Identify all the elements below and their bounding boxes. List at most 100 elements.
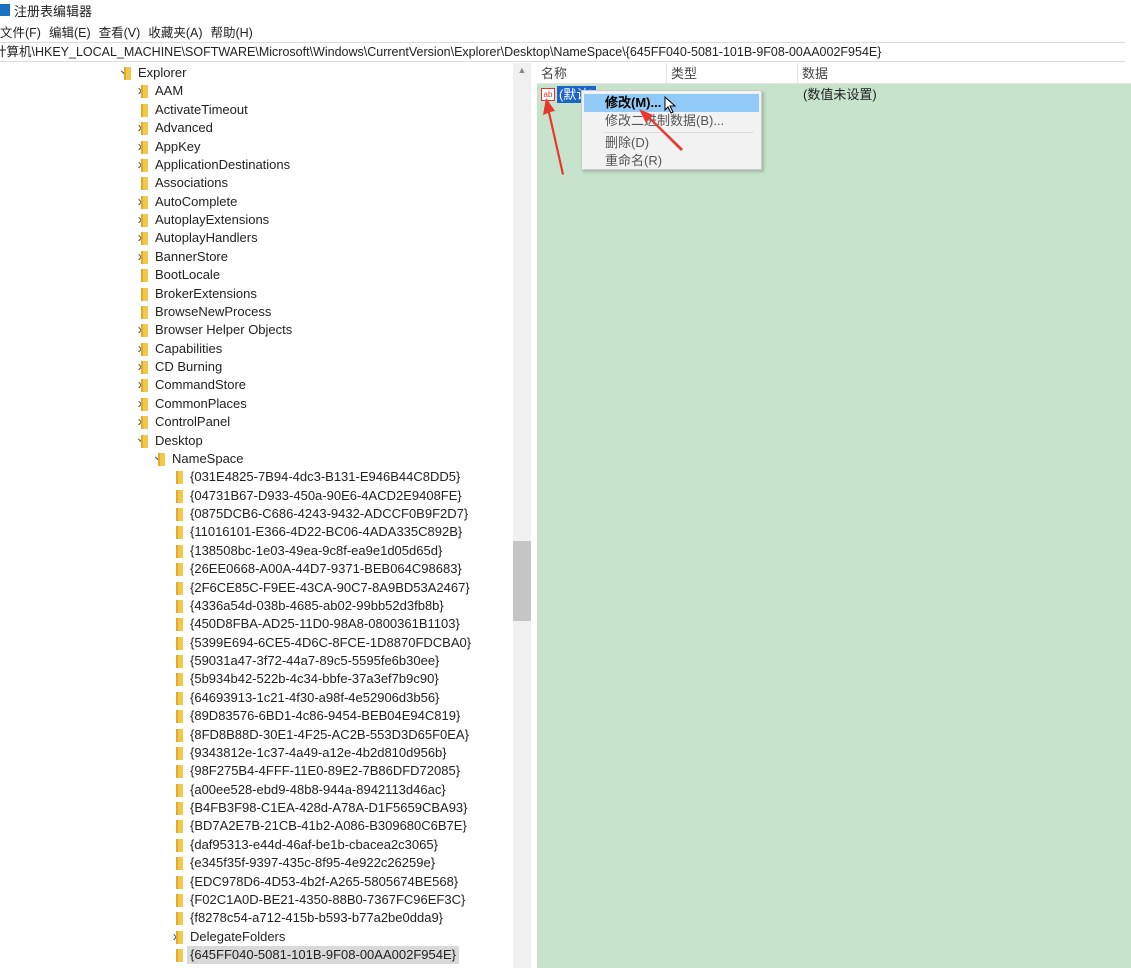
tree-item-label: AutoplayExtensions	[155, 212, 270, 227]
folder-icon	[176, 857, 183, 871]
menu-bar: 文件(F) 编辑(E) 查看(V) 收藏夹(A) 帮助(H)	[0, 22, 253, 40]
tree-item[interactable]: BrowseNewProcess	[0, 303, 510, 321]
tree-item-label: BrokerExtensions	[155, 285, 257, 301]
tree-item[interactable]: {11016101-E366-4D22-BC06-4ADA335C892B}	[0, 523, 510, 541]
tree-item[interactable]: › BannerStore	[0, 248, 510, 266]
window-title: 注册表编辑器	[14, 3, 93, 19]
tree-item[interactable]: {26EE0668-A00A-44D7-9371-BEB064C98683}	[0, 560, 510, 578]
column-type[interactable]: 类型	[667, 63, 798, 83]
tree-item[interactable]: › Capabilities	[0, 340, 510, 358]
address-bar[interactable]: 计算机\HKEY_LOCAL_MACHINE\SOFTWARE\Microsof…	[0, 42, 1125, 62]
folder-icon	[141, 287, 148, 301]
regedit-icon	[0, 4, 10, 16]
tree-item-explorer[interactable]: ⌄Explorer	[0, 63, 510, 82]
tree-item-label: Advanced	[155, 120, 213, 136]
tree-item[interactable]: {0875DCB6-C686-4243-9432-ADCCF0B9F2D7}	[0, 505, 510, 523]
tree-item-label: {138508bc-1e03-49ea-9c8f-ea9e1d05d65d}	[190, 542, 443, 558]
menu-favorites[interactable]: 收藏夹(A)	[148, 22, 202, 40]
tree-item[interactable]: {a00ee528-ebd9-48b8-944a-8942113d46ac}	[0, 781, 510, 799]
menu-view[interactable]: 查看(V)	[99, 22, 141, 40]
tree-item[interactable]: {04731B67-D933-450a-90E6-4ACD2E9408FE}	[0, 487, 510, 505]
tree-item-label: BannerStore	[155, 248, 228, 264]
menu-modify-binary[interactable]: 修改二进制数据(B)...	[584, 112, 759, 130]
tree-item[interactable]: › Advanced	[0, 119, 510, 137]
tree-scrollbar[interactable]	[513, 63, 531, 968]
tree-item-label: {e345f35f-9397-435c-8f95-4e922c26259e}	[190, 855, 436, 871]
folder-icon	[141, 140, 148, 154]
tree-item-label: {26EE0668-A00A-44D7-9371-BEB064C98683}	[190, 561, 462, 577]
tree-item-namespace[interactable]: ⌄NameSpace	[0, 447, 510, 468]
menu-help[interactable]: 帮助(H)	[210, 22, 252, 40]
tree-item[interactable]: › CommandStore	[0, 376, 510, 394]
tree-item[interactable]: › ControlPanel	[0, 413, 510, 431]
tree-item[interactable]: {98F275B4-4FFF-11E0-89E2-7B86DFD72085}	[0, 762, 510, 780]
folder-icon	[176, 673, 183, 687]
folder-icon	[141, 305, 148, 319]
tree-item[interactable]: ActivateTimeout	[0, 101, 510, 119]
tree-item[interactable]: {F02C1A0D-BE21-4350-88B0-7367FC96EF3C}	[0, 891, 510, 909]
menu-rename[interactable]: 重命名(R)	[584, 152, 759, 170]
tree-item[interactable]: BootLocale	[0, 266, 510, 284]
folder-icon	[176, 838, 183, 852]
column-data[interactable]: 数据	[798, 63, 1131, 83]
menu-edit[interactable]: 编辑(E)	[49, 22, 91, 40]
tree-item[interactable]: {4336a54d-038b-4685-ab02-99bb52d3fb8b}	[0, 597, 510, 615]
tree-item[interactable]: {e345f35f-9397-435c-8f95-4e922c26259e}	[0, 854, 510, 872]
tree-item[interactable]: {f8278c54-a712-415b-b593-b77a2be0dda9}	[0, 909, 510, 927]
tree-item[interactable]: {5b934b42-522b-4c34-bbfe-37a3ef7b9c90}	[0, 670, 510, 688]
tree-item[interactable]: {450D8FBA-AD25-11D0-98A8-0800361B1103}	[0, 615, 510, 633]
menu-file[interactable]: 文件(F)	[0, 22, 41, 40]
tree-item[interactable]: › AAM	[0, 82, 510, 100]
tree-item-label: CommandStore	[155, 377, 247, 393]
tree-item[interactable]: › CD Burning	[0, 358, 510, 376]
tree-item[interactable]: › CommonPlaces	[0, 395, 510, 413]
title-bar: 注册表编辑器	[0, 0, 1131, 20]
folder-icon	[176, 728, 183, 742]
tree-item[interactable]: › Browser Helper Objects	[0, 321, 510, 339]
tree-item[interactable]: {59031a47-3f72-44a7-89c5-5595fe6b30ee}	[0, 652, 510, 670]
tree-item-delegatefolders[interactable]: › DelegateFolders	[0, 928, 510, 946]
tree-item-desktop[interactable]: ⌄Desktop	[0, 429, 510, 450]
folder-icon	[141, 361, 148, 374]
menu-modify[interactable]: 修改(M)...	[584, 94, 759, 112]
tree-item[interactable]: {8FD8B88D-30E1-4F25-AC2B-553D3D65F0EA}	[0, 726, 510, 744]
tree-item[interactable]: {031E4825-7B94-4dc3-B131-E946B44C8DD5}	[0, 468, 510, 486]
tree-item-label: {daf95313-e44d-46af-be1b-cbacea2c3065}	[190, 836, 438, 852]
tree-item-label: {5b934b42-522b-4c34-bbfe-37a3ef7b9c90}	[190, 671, 439, 687]
folder-icon	[176, 691, 183, 705]
tree-item[interactable]: BrokerExtensions	[0, 285, 510, 303]
tree-item[interactable]: {89D83576-6BD1-4c86-9454-BEB04E94C819}	[0, 707, 510, 725]
tree-item[interactable]: {2F6CE85C-F9EE-43CA-90C7-8A9BD53A2467}	[0, 579, 510, 597]
tree-item[interactable]: {daf95313-e44d-46af-be1b-cbacea2c3065}	[0, 836, 510, 854]
menu-delete[interactable]: 删除(D)	[584, 134, 759, 152]
scroll-up-icon[interactable]: ▲	[513, 65, 531, 75]
scrollbar-thumb[interactable]	[513, 541, 531, 621]
tree-item[interactable]: › AutoplayHandlers	[0, 229, 510, 247]
folder-icon	[176, 765, 183, 779]
tree-item[interactable]: {64693913-1c21-4f30-a98f-4e52906d3b56}	[0, 689, 510, 707]
folder-icon	[176, 489, 183, 503]
tree-item-label: {450D8FBA-AD25-11D0-98A8-0800361B1103}	[190, 616, 460, 632]
folder-icon	[176, 508, 183, 521]
tree-item[interactable]: › AutoplayExtensions	[0, 211, 510, 229]
folder-icon	[176, 746, 183, 760]
folder-icon	[176, 875, 183, 889]
folder-icon	[176, 930, 183, 944]
tree-item-selected[interactable]: {645FF040-5081-101B-9F08-00AA002F954E}	[0, 946, 510, 964]
folder-icon	[141, 324, 148, 338]
tree-item[interactable]: {BD7A2E7B-21CB-41b2-A086-B309680C6B7E}	[0, 817, 510, 835]
tree-item-label: AppKey	[155, 138, 201, 154]
tree-item[interactable]: {B4FB3F98-C1EA-428d-A78A-D1F5659CBA93}	[0, 799, 510, 817]
column-name[interactable]: 名称	[537, 63, 667, 83]
tree-item[interactable]: {138508bc-1e03-49ea-9c8f-ea9e1d05d65d}	[0, 542, 510, 560]
folder-icon	[176, 949, 183, 962]
tree-item[interactable]: › AutoComplete	[0, 193, 510, 211]
tree-item[interactable]: › ApplicationDestinations	[0, 156, 510, 174]
tree-item-label: {a00ee528-ebd9-48b8-944a-8942113d46ac}	[190, 781, 446, 797]
tree-item[interactable]: {EDC978D6-4D53-4b2f-A265-5805674BE568}	[0, 873, 510, 891]
tree-item[interactable]: › AppKey	[0, 138, 510, 156]
folder-icon	[176, 544, 183, 558]
tree-item[interactable]: {5399E694-6CE5-4D6C-8FCE-1D8870FDCBA0}	[0, 634, 510, 652]
tree-item[interactable]: Associations	[0, 174, 510, 192]
tree-item[interactable]: {9343812e-1c37-4a49-a12e-4b2d810d956b}	[0, 744, 510, 762]
